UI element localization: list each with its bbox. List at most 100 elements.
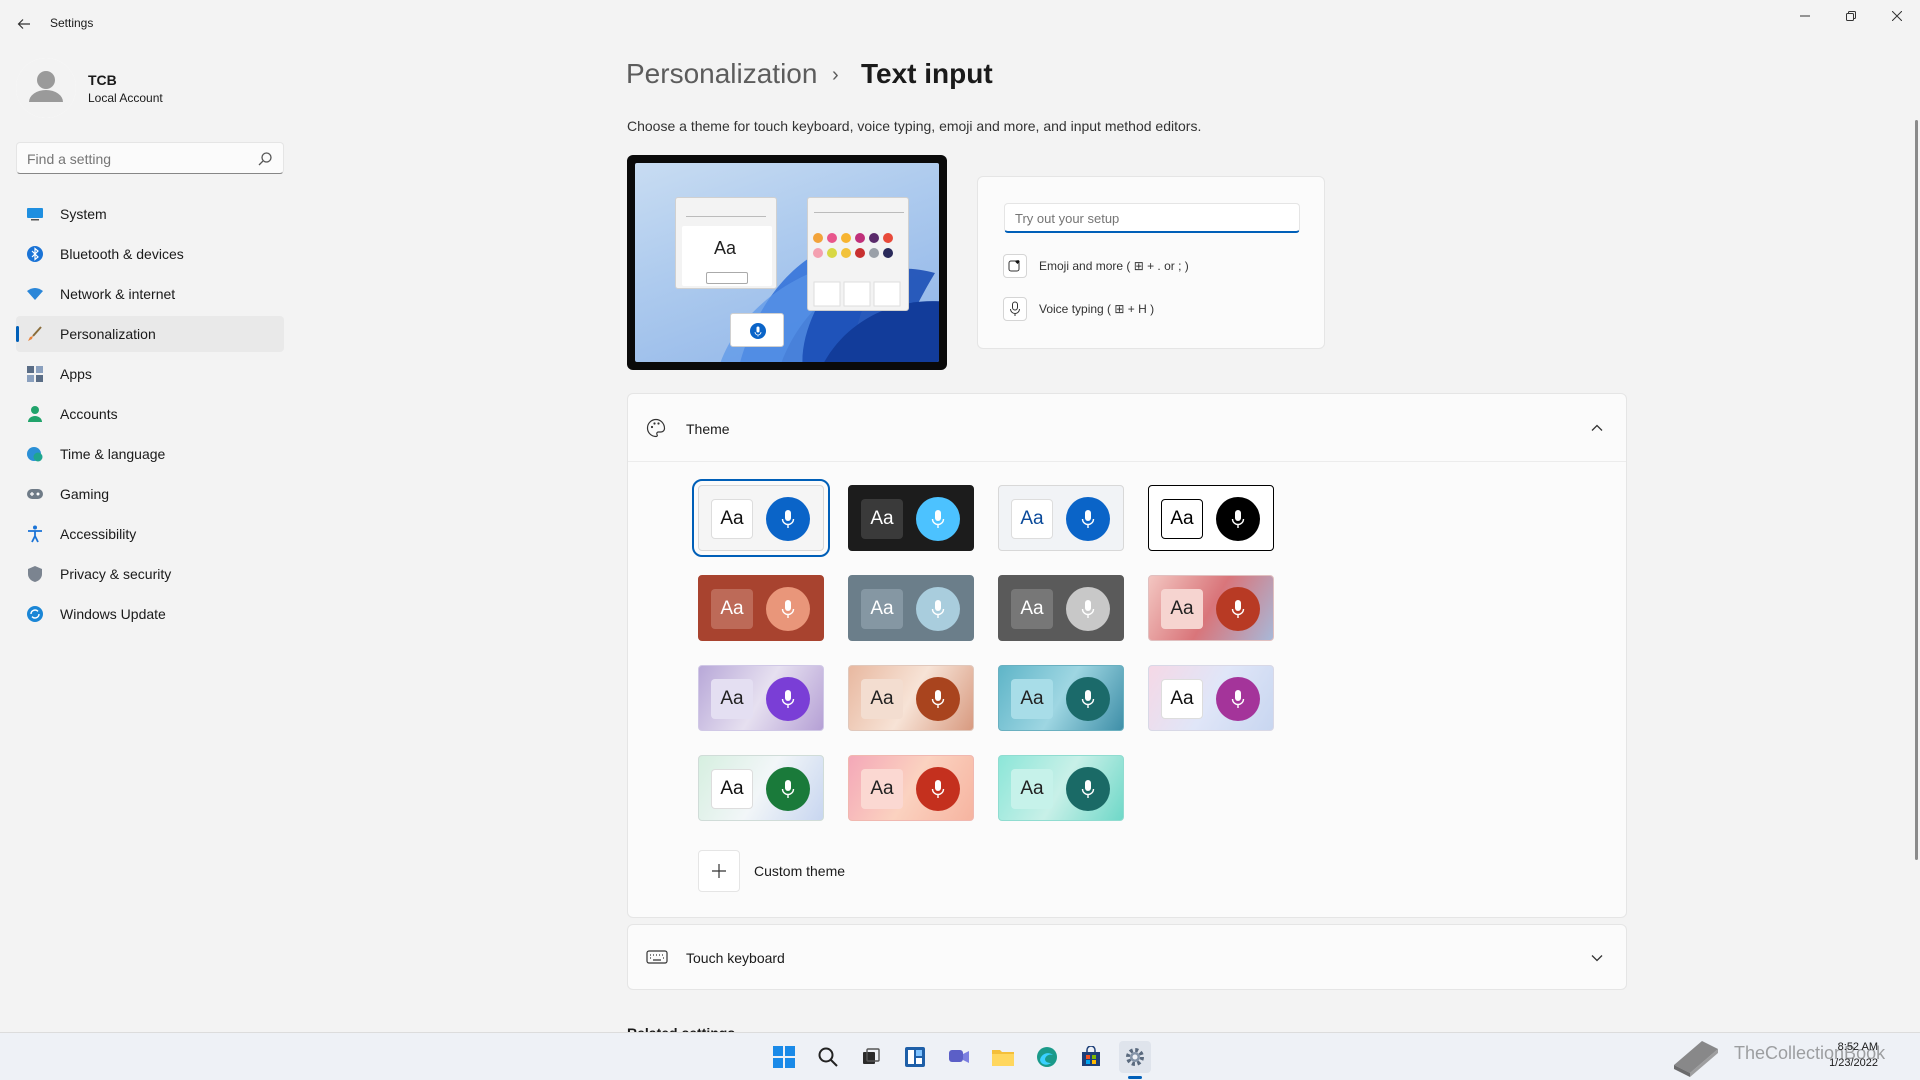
theme-option[interactable]: Aa xyxy=(692,479,830,557)
theme-option[interactable]: Aa xyxy=(698,755,824,821)
user-profile[interactable]: TCB Local Account xyxy=(16,58,286,118)
sidebar-item-accessibility[interactable]: Accessibility xyxy=(16,516,284,552)
theme-sample-text: Aa xyxy=(1011,769,1053,809)
active-app-indicator xyxy=(1128,1076,1142,1079)
chevron-up-icon[interactable] xyxy=(1590,421,1604,435)
user-name: TCB xyxy=(88,72,117,88)
breadcrumb-parent[interactable]: Personalization xyxy=(626,58,817,90)
theme-section: Theme Aa Aa Aa Aa Aa Aa Aa Aa Aa Aa Aa Aa Aa Aa Aa Cus… xyxy=(627,393,1627,918)
microphone-icon xyxy=(1066,677,1110,721)
theme-sample-text: Aa xyxy=(711,499,753,539)
sidebar-item-time-language[interactable]: Time & language xyxy=(16,436,284,472)
theme-option[interactable]: Aa xyxy=(998,755,1124,821)
restore-icon xyxy=(1846,11,1856,21)
microphone-icon xyxy=(766,767,810,811)
sidebar-item-personalization[interactable]: Personalization xyxy=(16,316,284,352)
settings-icon[interactable] xyxy=(1119,1041,1151,1073)
avatar xyxy=(16,58,76,118)
theme-option[interactable]: Aa xyxy=(1148,485,1274,551)
theme-option[interactable]: Aa xyxy=(998,665,1124,731)
sidebar-item-system[interactable]: System xyxy=(16,196,284,232)
sidebar-item-bluetooth[interactable]: Bluetooth & devices xyxy=(16,236,284,272)
task-view-icon[interactable] xyxy=(855,1041,887,1073)
sidebar-item-apps[interactable]: Apps xyxy=(16,356,284,392)
mic-icon xyxy=(750,323,766,339)
tray-date[interactable]: 1/23/2022 xyxy=(1818,1057,1878,1069)
search-icon[interactable] xyxy=(812,1041,844,1073)
add-custom-theme-button[interactable] xyxy=(698,850,740,892)
theme-option[interactable]: Aa xyxy=(1148,575,1274,641)
theme-preview: Aa xyxy=(627,155,947,370)
breadcrumb-separator-icon: › xyxy=(832,64,839,86)
theme-option[interactable]: Aa xyxy=(698,665,824,731)
theme-option[interactable]: Aa xyxy=(998,485,1124,551)
tray-time[interactable]: 8:52 AM xyxy=(1818,1041,1878,1053)
theme-option[interactable]: Aa xyxy=(848,755,974,821)
shield-icon xyxy=(26,565,44,583)
chevron-down-icon[interactable] xyxy=(1590,951,1604,965)
back-button[interactable] xyxy=(10,10,38,38)
sidebar-item-label: Privacy & security xyxy=(60,566,172,582)
monitor-icon xyxy=(26,205,44,223)
microphone-icon xyxy=(916,587,960,631)
tryout-input[interactable] xyxy=(1015,209,1285,227)
custom-theme-label[interactable]: Custom theme xyxy=(754,863,845,879)
minimize-button[interactable] xyxy=(1782,0,1828,32)
theme-option[interactable]: Aa xyxy=(998,575,1124,641)
close-button[interactable] xyxy=(1874,0,1920,32)
voice-shortcut-label: Voice typing ( ⊞ + H ) xyxy=(1039,302,1155,316)
microphone-icon xyxy=(766,587,810,631)
emoji-shortcut-hint: Emoji and more ( ⊞ + . or ; ) xyxy=(1003,252,1189,280)
accessibility-icon xyxy=(26,525,44,543)
microphone-icon xyxy=(1216,587,1260,631)
scrollbar[interactable] xyxy=(1915,120,1918,860)
theme-section-header[interactable]: Theme xyxy=(628,394,1626,462)
edge-icon[interactable] xyxy=(1031,1041,1063,1073)
microphone-icon xyxy=(1003,297,1027,321)
store-icon[interactable] xyxy=(1075,1041,1107,1073)
search-icon[interactable] xyxy=(257,151,273,167)
theme-option[interactable]: Aa xyxy=(1148,665,1274,731)
microphone-icon xyxy=(766,497,810,541)
theme-option[interactable]: Aa xyxy=(848,485,974,551)
search-input[interactable] xyxy=(27,149,247,169)
sidebar-item-accounts[interactable]: Accounts xyxy=(16,396,284,432)
widgets-icon[interactable] xyxy=(899,1041,931,1073)
chat-icon[interactable] xyxy=(943,1041,975,1073)
sidebar-item-label: Windows Update xyxy=(60,606,166,622)
theme-sample-text: Aa xyxy=(1161,679,1203,719)
back-arrow-icon xyxy=(17,19,30,29)
sidebar-item-gaming[interactable]: Gaming xyxy=(16,476,284,512)
theme-option[interactable]: Aa xyxy=(848,665,974,731)
avatar-person-icon xyxy=(16,58,76,118)
sidebar-item-label: System xyxy=(60,206,107,222)
touch-keyboard-section[interactable]: Touch keyboard xyxy=(627,924,1627,990)
sidebar-item-network[interactable]: Network & internet xyxy=(16,276,284,312)
microphone-icon xyxy=(766,677,810,721)
emoji-heart-icon xyxy=(1003,254,1027,278)
page-description: Choose a theme for touch keyboard, voice… xyxy=(627,118,1202,134)
update-icon xyxy=(26,605,44,623)
sidebar-item-privacy-security[interactable]: Privacy & security xyxy=(16,556,284,592)
search-box[interactable] xyxy=(16,142,284,174)
microphone-icon xyxy=(1066,587,1110,631)
plus-icon xyxy=(712,864,726,878)
theme-sample-text: Aa xyxy=(861,589,903,629)
theme-option[interactable]: Aa xyxy=(848,575,974,641)
tryout-field[interactable] xyxy=(1004,203,1300,233)
emoji-shortcut-label: Emoji and more ( ⊞ + . or ; ) xyxy=(1039,259,1189,273)
sidebar-item-windows-update[interactable]: Windows Update xyxy=(16,596,284,632)
theme-option[interactable]: Aa xyxy=(698,575,824,641)
file-explorer-icon[interactable] xyxy=(987,1041,1019,1073)
sidebar-item-label: Network & internet xyxy=(60,286,176,302)
theme-sample-text: Aa xyxy=(1011,679,1053,719)
theme-sample-text: Aa xyxy=(711,679,753,719)
account-type: Local Account xyxy=(88,91,163,105)
windows-start-icon[interactable] xyxy=(768,1041,800,1073)
sidebar-item-label: Apps xyxy=(60,366,92,382)
wifi-icon xyxy=(26,285,44,303)
microphone-icon xyxy=(1216,677,1260,721)
preview-sample-text: Aa xyxy=(714,238,737,258)
microphone-icon xyxy=(1066,767,1110,811)
restore-button[interactable] xyxy=(1828,0,1874,32)
